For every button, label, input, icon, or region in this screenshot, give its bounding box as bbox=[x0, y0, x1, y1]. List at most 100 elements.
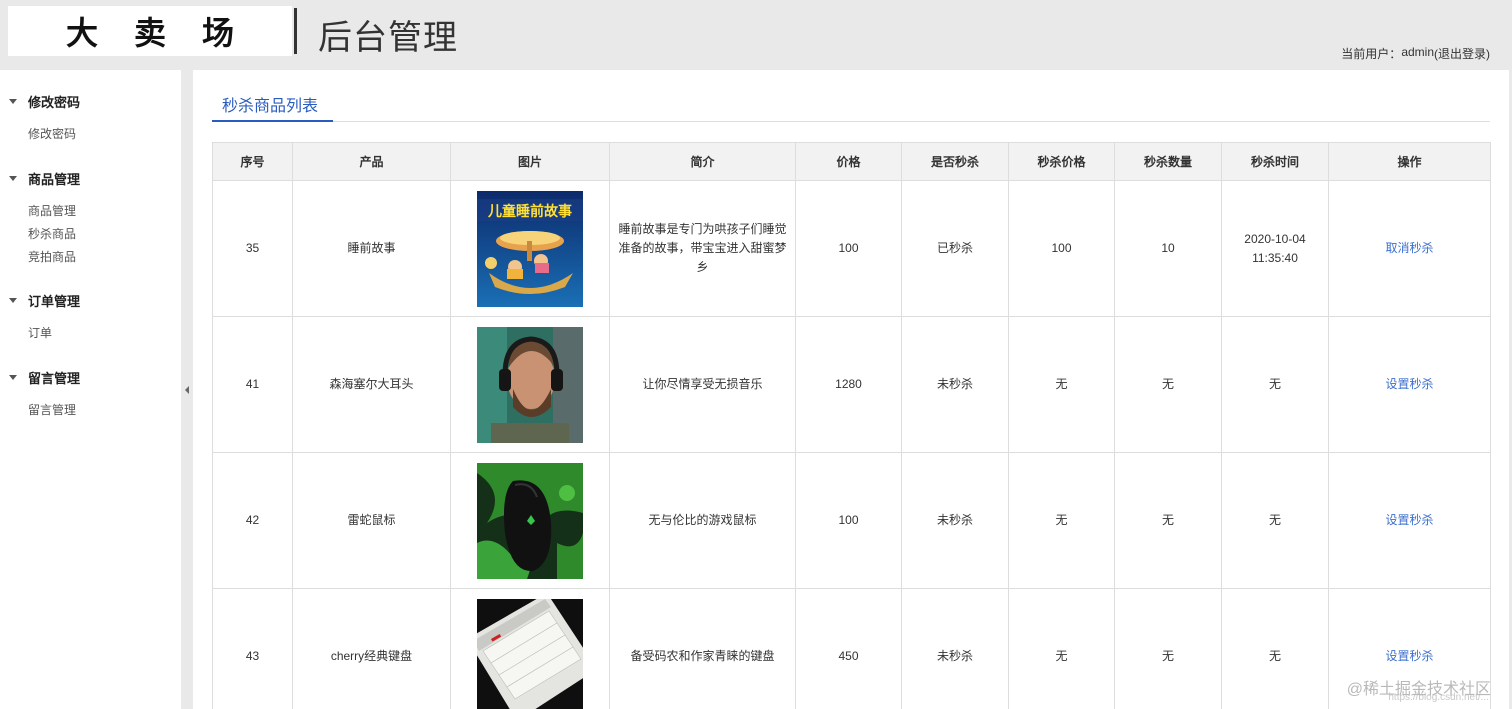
sidebar-item-orders[interactable]: 订单 bbox=[0, 322, 181, 345]
sidebar-group-products: 商品管理 商品管理 秒杀商品 竞拍商品 bbox=[0, 168, 181, 269]
cell-price: 100 bbox=[795, 180, 902, 317]
sidebar-group-label: 商品管理 bbox=[28, 171, 81, 187]
cell-seckill-qty: 无 bbox=[1114, 452, 1222, 589]
cell-product: 森海塞尔大耳头 bbox=[292, 316, 451, 453]
cell-price: 100 bbox=[795, 452, 902, 589]
cell-is-seckill: 已秒杀 bbox=[901, 180, 1009, 317]
cell-actions: 取消秒杀 bbox=[1328, 180, 1491, 317]
set-seckill-link[interactable]: 设置秒杀 bbox=[1385, 377, 1433, 391]
cancel-seckill-link[interactable]: 取消秒杀 bbox=[1385, 241, 1433, 255]
logo-text: 大卖场 bbox=[65, 14, 270, 52]
column-header-price: 价格 bbox=[795, 142, 902, 181]
keyboard-photo-icon bbox=[477, 598, 583, 709]
table-header-row: 序号 产品 图片 简介 价格 是否秒杀 秒杀价格 秒杀数量 秒杀时间 操作 bbox=[212, 142, 1491, 181]
column-header-seckill-price: 秒杀价格 bbox=[1008, 142, 1115, 181]
mouse-photo-icon bbox=[477, 462, 583, 579]
user-prefix: 当前用户： bbox=[1341, 47, 1402, 61]
cell-seckill-time: 2020-10-04 11:35:40 bbox=[1221, 180, 1329, 317]
seckill-table: 序号 产品 图片 简介 价格 是否秒杀 秒杀价格 秒杀数量 秒杀时间 操作 35… bbox=[212, 142, 1491, 709]
tab-seckill-list[interactable]: 秒杀商品列表 bbox=[212, 92, 333, 122]
caret-down-icon bbox=[9, 374, 17, 380]
table-row: 43 cherry经典键盘 备受码农和作家青睐的键盘 450 未秒杀 无 无 无… bbox=[212, 588, 1491, 709]
cell-seckill-price: 无 bbox=[1008, 452, 1115, 589]
sidebar-group-label: 留言管理 bbox=[28, 370, 81, 386]
cell-is-seckill: 未秒杀 bbox=[901, 452, 1009, 589]
logout-link[interactable]: (退出登录) bbox=[1434, 45, 1490, 62]
seckill-time-text: 2020-10-04 11:35:40 bbox=[1244, 231, 1306, 265]
column-header-is-seckill: 是否秒杀 bbox=[901, 142, 1009, 181]
cover-title: 儿童睡前故事 bbox=[487, 203, 572, 220]
main-content: 秒杀商品列表 序号 产品 图片 简介 价格 是否秒杀 秒杀价格 秒杀数量 秒杀时… bbox=[193, 70, 1509, 709]
column-header-description: 简介 bbox=[609, 142, 796, 181]
cell-actions: 设置秒杀 bbox=[1328, 452, 1491, 589]
table-row: 35 睡前故事 儿童睡前故事 睡前故事是专门为哄孩子们睡觉准备的故事，带宝宝进入… bbox=[212, 180, 1491, 317]
cell-index: 35 bbox=[212, 180, 293, 317]
cell-seckill-time: 无 bbox=[1221, 588, 1329, 709]
sidebar-item-auction-products[interactable]: 竞拍商品 bbox=[0, 246, 181, 269]
cell-index: 42 bbox=[212, 452, 293, 589]
header: 大卖场 后台管理 当前用户： admin (退出登录) bbox=[0, 0, 1512, 70]
column-header-actions: 操作 bbox=[1328, 142, 1491, 181]
column-header-index: 序号 bbox=[212, 142, 293, 181]
sidebar-group-header[interactable]: 留言管理 bbox=[0, 367, 181, 387]
cell-image: 儿童睡前故事 bbox=[450, 180, 610, 317]
cell-product: 睡前故事 bbox=[292, 180, 451, 317]
cell-seckill-time: 无 bbox=[1221, 452, 1329, 589]
cell-seckill-price: 无 bbox=[1008, 316, 1115, 453]
bedtime-story-cover-icon: 儿童睡前故事 bbox=[477, 190, 583, 307]
sidebar-item-product-management[interactable]: 商品管理 bbox=[0, 200, 181, 223]
header-divider bbox=[294, 8, 297, 54]
cell-description: 无与伦比的游戏鼠标 bbox=[609, 452, 796, 589]
sidebar: 修改密码 修改密码 商品管理 商品管理 秒杀商品 竞拍商品 订单管理 订单 留言… bbox=[0, 70, 181, 709]
column-header-seckill-time: 秒杀时间 bbox=[1221, 142, 1329, 181]
sidebar-item-change-password[interactable]: 修改密码 bbox=[0, 123, 181, 146]
table-row: 41 森海塞尔大耳头 让你尽情享受无损音乐 1280 未秒杀 无 无 无 设置秒… bbox=[212, 316, 1491, 453]
column-header-seckill-qty: 秒杀数量 bbox=[1114, 142, 1222, 181]
logo[interactable]: 大卖场 bbox=[8, 6, 292, 56]
cell-description: 备受码农和作家青睐的键盘 bbox=[609, 588, 796, 709]
cell-description: 让你尽情享受无损音乐 bbox=[609, 316, 796, 453]
table-row: 42 雷蛇鼠标 无与伦比的游戏鼠标 100 未秒杀 无 无 无 设置秒杀 bbox=[212, 452, 1491, 589]
column-header-product: 产品 bbox=[292, 142, 451, 181]
cell-image bbox=[450, 452, 610, 589]
sidebar-item-seckill-products[interactable]: 秒杀商品 bbox=[0, 223, 181, 246]
cell-seckill-price: 无 bbox=[1008, 588, 1115, 709]
cell-image bbox=[450, 316, 610, 453]
sidebar-group-password: 修改密码 修改密码 bbox=[0, 91, 181, 146]
cell-product: 雷蛇鼠标 bbox=[292, 452, 451, 589]
cell-price: 450 bbox=[795, 588, 902, 709]
cell-product: cherry经典键盘 bbox=[292, 588, 451, 709]
cell-seckill-qty: 无 bbox=[1114, 588, 1222, 709]
tab-bar: 秒杀商品列表 bbox=[212, 70, 1490, 122]
user-info: 当前用户： admin (退出登录) bbox=[1341, 45, 1490, 62]
cell-seckill-qty: 无 bbox=[1114, 316, 1222, 453]
sidebar-item-messages[interactable]: 留言管理 bbox=[0, 399, 181, 422]
sidebar-group-header[interactable]: 修改密码 bbox=[0, 91, 181, 111]
sidebar-group-header[interactable]: 订单管理 bbox=[0, 290, 181, 310]
caret-down-icon bbox=[9, 297, 17, 303]
caret-down-icon bbox=[9, 98, 17, 104]
watermark: @稀土掘金技术社区 bbox=[1346, 681, 1491, 698]
sidebar-group-messages: 留言管理 留言管理 bbox=[0, 367, 181, 422]
headphones-photo-icon bbox=[477, 326, 583, 443]
cell-seckill-time: 无 bbox=[1221, 316, 1329, 453]
cell-is-seckill: 未秒杀 bbox=[901, 588, 1009, 709]
sidebar-group-orders: 订单管理 订单 bbox=[0, 290, 181, 345]
cell-image bbox=[450, 588, 610, 709]
column-header-image: 图片 bbox=[450, 142, 610, 181]
cell-is-seckill: 未秒杀 bbox=[901, 316, 1009, 453]
cell-index: 43 bbox=[212, 588, 293, 709]
sidebar-group-label: 修改密码 bbox=[28, 94, 81, 110]
sidebar-group-label: 订单管理 bbox=[28, 293, 81, 309]
cell-description: 睡前故事是专门为哄孩子们睡觉准备的故事，带宝宝进入甜蜜梦乡 bbox=[609, 180, 796, 317]
username: admin bbox=[1401, 45, 1434, 59]
cell-price: 1280 bbox=[795, 316, 902, 453]
set-seckill-link[interactable]: 设置秒杀 bbox=[1385, 649, 1433, 663]
cell-index: 41 bbox=[212, 316, 293, 453]
chevron-left-icon bbox=[185, 385, 189, 394]
caret-down-icon bbox=[9, 175, 17, 181]
sidebar-group-header[interactable]: 商品管理 bbox=[0, 168, 181, 188]
set-seckill-link[interactable]: 设置秒杀 bbox=[1385, 513, 1433, 527]
sidebar-collapse-handle[interactable] bbox=[181, 70, 193, 709]
page-title: 后台管理 bbox=[318, 18, 458, 58]
